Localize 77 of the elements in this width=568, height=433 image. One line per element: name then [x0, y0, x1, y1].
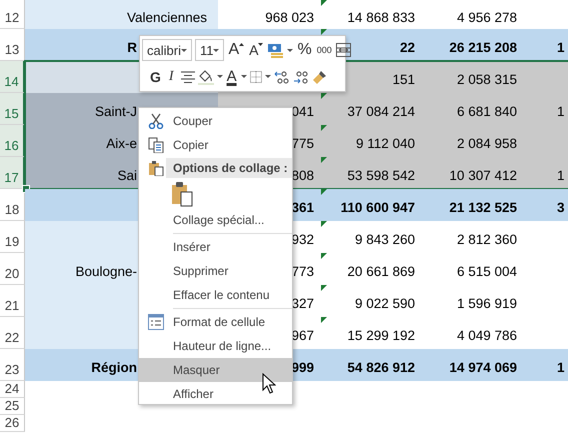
section-header: Options de collage :: [166, 158, 292, 178]
table-cell-text: 2 058 315: [456, 71, 518, 89]
cell-value: 773: [291, 264, 314, 279]
caret-up-icon: [239, 43, 244, 46]
form-icon: [148, 314, 164, 330]
grow-font-button[interactable]: A: [227, 42, 246, 58]
font-field[interactable]: calibri: [142, 39, 192, 62]
paintbrush-icon[interactable]: [312, 68, 328, 85]
copy-icon: [148, 137, 164, 153]
table-cell: Valenciennes: [25, 0, 218, 29]
row-header[interactable]: 22: [0, 317, 25, 349]
cell-value: 999: [291, 360, 314, 375]
cell-value: 775: [291, 136, 314, 151]
table-cell: 110 600 947: [320, 189, 421, 221]
row-header[interactable]: 13: [0, 29, 25, 61]
row-header[interactable]: 20: [0, 253, 25, 285]
row-header[interactable]: 25: [0, 398, 25, 415]
table-cell: 37 084 214: [320, 93, 421, 125]
cell-value: 327: [291, 296, 314, 311]
table-cell: 54 826 912: [320, 349, 421, 381]
row-header[interactable]: 17: [0, 157, 25, 189]
table-cell: 9 112 040: [320, 125, 421, 157]
increase-decimal-icon[interactable]: [274, 70, 290, 84]
cell-value: 808: [291, 168, 314, 183]
table-cell: 3: [523, 189, 568, 221]
clipboard-icon: [171, 180, 193, 206]
banknote-icon[interactable]: [267, 42, 284, 58]
table-cell-text: 2 084 958: [456, 135, 518, 153]
table-cell-text: 1: [556, 167, 566, 185]
align-center-icon[interactable]: [180, 70, 195, 83]
row-header[interactable]: 19: [0, 221, 25, 253]
font-size-field[interactable]: 11: [194, 39, 224, 62]
caret-icon: [180, 48, 187, 52]
menu-item[interactable]: Format de cellule: [139, 310, 292, 334]
table-cell: 1: [523, 29, 568, 61]
scissors-icon: [148, 113, 164, 129]
table-cell: 14 974 069: [421, 349, 523, 381]
menu-item[interactable]: Effacer le contenu: [139, 283, 292, 307]
caret-down-icon: [258, 43, 264, 46]
menu-item[interactable]: Afficher: [139, 382, 292, 406]
menu-item[interactable]: Collage spécial...: [139, 208, 292, 232]
table-cell: 26 215 208: [421, 29, 523, 61]
caret-icon[interactable]: [216, 75, 223, 78]
row-header[interactable]: 12: [0, 0, 25, 29]
percent-button[interactable]: %: [296, 42, 313, 58]
caret-icon[interactable]: [287, 48, 294, 52]
row-header[interactable]: 16: [0, 125, 25, 157]
border-icon[interactable]: [250, 70, 262, 83]
row-header[interactable]: 26: [0, 415, 25, 432]
row-header[interactable]: 21: [0, 285, 25, 317]
menu-item[interactable]: Masquer: [139, 358, 292, 382]
shrink-font-button[interactable]: A: [248, 42, 264, 58]
caret-icon[interactable]: [240, 75, 247, 78]
italic-button[interactable]: I: [164, 68, 178, 85]
table-cell: 21 132 525: [421, 189, 523, 221]
row-header[interactable]: 24: [0, 381, 25, 398]
paste-option-button[interactable]: [171, 180, 193, 206]
table-cell-text: 1: [556, 103, 566, 121]
pointer-icon: [262, 373, 276, 394]
clipboard-icon: [148, 160, 164, 176]
paint-bucket-icon[interactable]: [198, 68, 214, 85]
cell-value: 361: [291, 200, 314, 215]
bold-button[interactable]: G: [142, 68, 162, 85]
table-cell-text: 6 681 840: [456, 103, 518, 121]
table-cell: 53 598 542: [320, 157, 421, 189]
cell-value: 932: [291, 232, 314, 247]
row-header[interactable]: 15: [0, 93, 25, 125]
font-color-button[interactable]: A: [226, 68, 238, 85]
table-cell-text: 10 307 412: [448, 167, 518, 185]
table-cell: 1: [523, 349, 568, 381]
caret-icon: [213, 48, 220, 52]
wrap-text-icon[interactable]: [336, 43, 351, 58]
caret-icon[interactable]: [264, 75, 271, 78]
decrease-decimal-icon[interactable]: [292, 70, 309, 84]
row-header[interactable]: 23: [0, 349, 25, 381]
table-cell-text: 151: [391, 71, 416, 89]
row-header[interactable]: 14: [0, 61, 25, 93]
